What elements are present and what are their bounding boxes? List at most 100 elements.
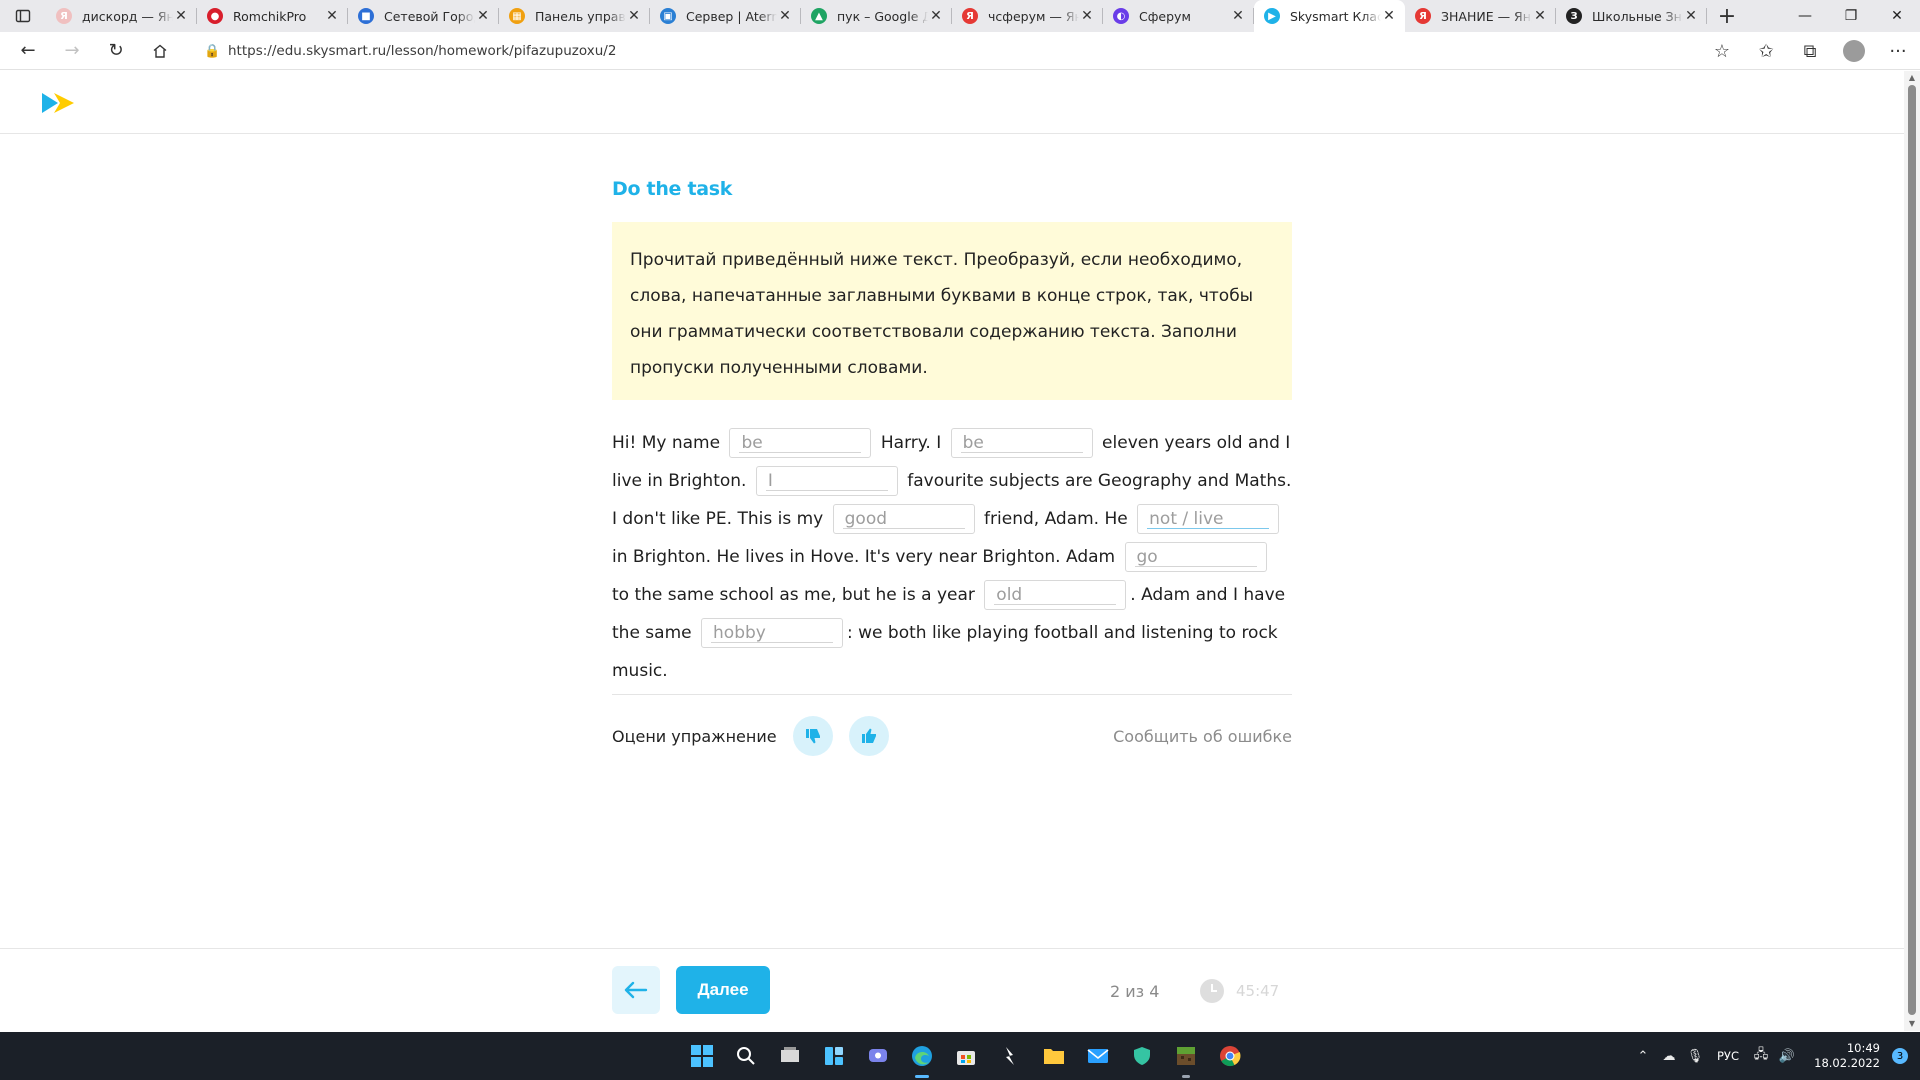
store-app[interactable]: [944, 1032, 988, 1080]
tab-close-icon[interactable]: ✕: [173, 8, 189, 24]
task-instruction: Прочитай приведённый ниже текст. Преобра…: [612, 222, 1292, 400]
add-favorite-button[interactable]: ☆: [1700, 35, 1744, 67]
lesson-timer: 45:47: [1200, 979, 1279, 1003]
browser-tab[interactable]: Я ЗНАНИЕ — Яндекс✕: [1405, 0, 1556, 32]
gap-input-7[interactable]: old: [984, 580, 1127, 610]
page-scrollbar[interactable]: ▲ ▼: [1904, 71, 1920, 1031]
widgets-button[interactable]: [812, 1032, 856, 1080]
settings-menu-button[interactable]: ···: [1876, 35, 1920, 67]
notification-badge[interactable]: 3: [1892, 1048, 1908, 1064]
arrow-left-icon: [624, 981, 648, 999]
browser-tab[interactable]: ▶ Skysmart Класс ✕: [1254, 0, 1405, 32]
start-button[interactable]: [680, 1032, 724, 1080]
rating-row: Оцени упражнение Сообщить об ошибке: [612, 714, 1292, 758]
gap-input-1[interactable]: be: [729, 428, 872, 458]
microphone-icon[interactable]: 🎙: [1682, 1049, 1708, 1064]
minimize-button[interactable]: —: [1782, 0, 1828, 32]
gap-input-3[interactable]: I: [755, 466, 898, 496]
search-button[interactable]: [724, 1032, 768, 1080]
new-tab-button[interactable]: +: [1707, 0, 1747, 32]
step-progress: 2 из 4: [1110, 982, 1160, 1001]
more-icon: ···: [1889, 40, 1907, 62]
back-nav-button[interactable]: ←: [6, 35, 50, 67]
mail-app[interactable]: [1076, 1032, 1120, 1080]
home-button[interactable]: [138, 35, 182, 67]
browser-tab[interactable]: Ядискорд — Яндекс✕: [46, 0, 197, 32]
windows-taskbar: ⌃ ☁ 🎙 РУС 🖧 🔊 10:49 18.02.2022 3: [0, 1032, 1920, 1080]
onedrive-icon[interactable]: ☁: [1656, 1049, 1682, 1064]
browser-tab[interactable]: ■ Сетевой Город ✕: [348, 0, 499, 32]
browser-tab[interactable]: ● RomchikPro ✕: [197, 0, 348, 32]
gap-hint-7: old: [996, 585, 1023, 605]
favorites-icon: ✩: [1758, 40, 1774, 62]
scrollbar-thumb[interactable]: [1908, 85, 1916, 1015]
reload-button[interactable]: ↻: [94, 35, 138, 67]
tab-close-icon[interactable]: ✕: [1683, 8, 1699, 24]
thumbs-up-button[interactable]: [848, 716, 889, 756]
browser-tab[interactable]: Ячсферум — Яндекс✕: [952, 0, 1103, 32]
browser-tab[interactable]: ◐ Сферум ✕: [1103, 0, 1254, 32]
tab-favicon-icon: ■: [358, 8, 374, 24]
gap-input-6[interactable]: go: [1124, 542, 1267, 572]
tab-close-icon[interactable]: ✕: [1532, 8, 1548, 24]
browser-tab[interactable]: З Школьные Знания✕: [1556, 0, 1707, 32]
tab-title: дискорд — Яндекс: [82, 8, 173, 24]
address-bar[interactable]: 🔒 https://edu.skysmart.ru/lesson/homewor…: [190, 35, 1730, 67]
tab-close-icon[interactable]: ✕: [928, 8, 944, 24]
task-view-button[interactable]: [768, 1032, 812, 1080]
tab-favicon-icon: З: [1566, 8, 1582, 24]
favorites-button[interactable]: ✩: [1744, 35, 1788, 67]
network-icon[interactable]: 🖧: [1748, 1045, 1774, 1067]
timer-value: 45:47: [1236, 982, 1280, 1000]
vpn-app[interactable]: [1120, 1032, 1164, 1080]
close-window-button[interactable]: ✕: [1874, 0, 1920, 32]
gap-hint-3: I: [767, 471, 773, 491]
chrome-app[interactable]: [1208, 1032, 1252, 1080]
tab-favicon-icon: ▶: [1264, 8, 1280, 24]
report-error-link[interactable]: Сообщить об ошибке: [1113, 727, 1292, 746]
tab-close-icon[interactable]: ✕: [324, 8, 340, 24]
skysmart-logo[interactable]: [42, 92, 76, 118]
file-explorer-app[interactable]: [1032, 1032, 1076, 1080]
volume-icon[interactable]: 🔊: [1774, 1049, 1800, 1064]
forward-nav-button[interactable]: →: [50, 35, 94, 67]
tab-close-icon[interactable]: ✕: [1381, 8, 1397, 24]
gap-input-5[interactable]: not / live: [1137, 504, 1280, 534]
tab-actions-button[interactable]: [0, 0, 46, 32]
gap-input-8[interactable]: hobby: [701, 618, 844, 648]
profile-button[interactable]: [1832, 35, 1876, 67]
thumbs-down-button[interactable]: [792, 716, 833, 756]
browser-tab[interactable]: ▦ Панель управления✕: [499, 0, 650, 32]
chevron-up-icon[interactable]: ⌃: [1630, 1049, 1656, 1064]
arrow-right-icon: →: [64, 40, 80, 61]
gap-input-4[interactable]: good: [832, 504, 975, 534]
folder-icon: [1044, 1049, 1064, 1064]
edge-app[interactable]: [900, 1032, 944, 1080]
edge-browser-icon: [912, 1046, 932, 1066]
reload-icon: ↻: [108, 40, 124, 61]
browser-tab[interactable]: ▲ пук – Google Диск✕: [801, 0, 952, 32]
tab-favicon-icon: ▦: [509, 8, 525, 24]
restore-button[interactable]: ❐: [1828, 0, 1874, 32]
tab-title: Сферум: [1139, 8, 1191, 24]
gap-input-2[interactable]: be: [950, 428, 1093, 458]
tab-close-icon[interactable]: ✕: [475, 8, 491, 24]
collections-button[interactable]: ⧉: [1788, 35, 1832, 67]
clock-icon: [1200, 979, 1224, 1003]
chat-app[interactable]: [856, 1032, 900, 1080]
lightning-app[interactable]: [988, 1032, 1032, 1080]
taskbar-clock[interactable]: 10:49 18.02.2022: [1800, 1041, 1884, 1071]
lightning-icon: [1006, 1047, 1014, 1065]
tab-favicon-icon: Я: [1415, 8, 1431, 24]
exercise-text-5: friend, Adam. He: [984, 509, 1128, 529]
previous-step-button[interactable]: [612, 966, 660, 1014]
tab-close-icon[interactable]: ✕: [777, 8, 793, 24]
browser-tab[interactable]: ▣ Сервер | Aternos✕: [650, 0, 801, 32]
minecraft-app[interactable]: [1164, 1032, 1208, 1080]
next-button[interactable]: Далее: [676, 966, 770, 1014]
language-indicator[interactable]: РУС: [1708, 1049, 1748, 1063]
tab-close-icon[interactable]: ✕: [1230, 8, 1246, 24]
exercise-text-1: Hi! My name: [612, 433, 721, 453]
tab-close-icon[interactable]: ✕: [626, 8, 642, 24]
tab-close-icon[interactable]: ✕: [1079, 8, 1095, 24]
